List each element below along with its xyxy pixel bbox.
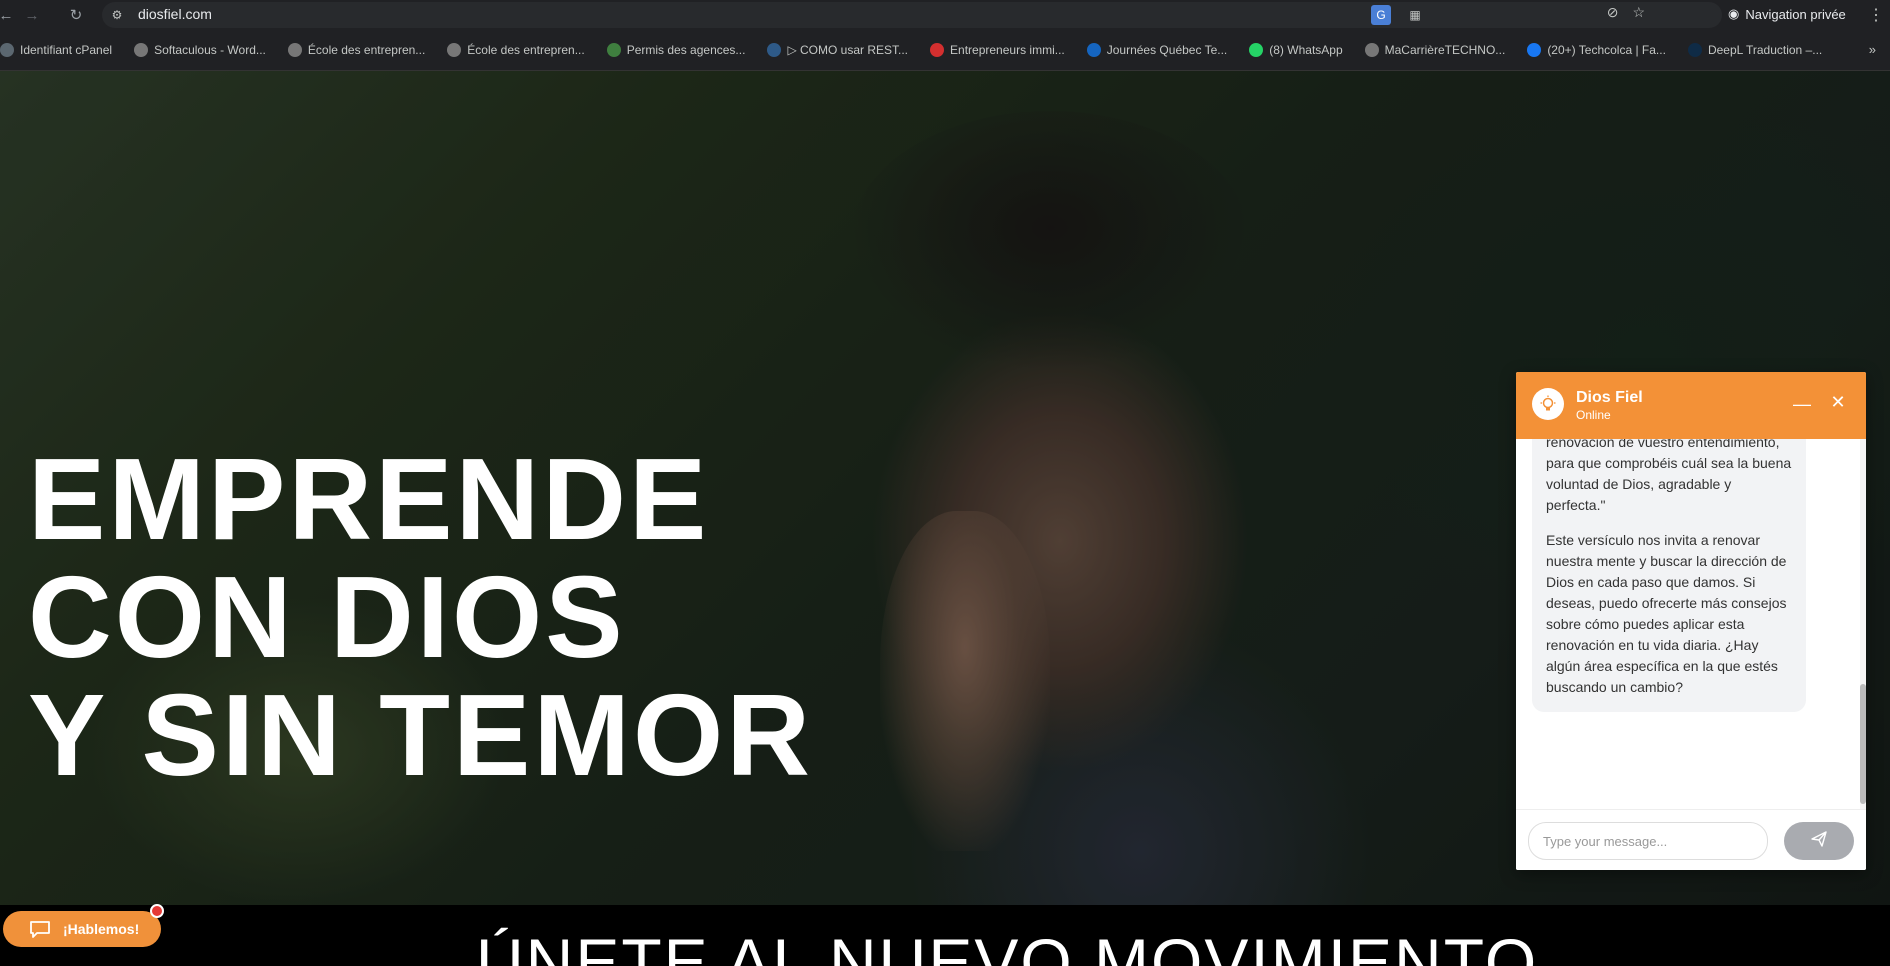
private-label: Navigation privée (1745, 6, 1846, 22)
star-icon[interactable]: ☆ (1632, 4, 1645, 21)
cpanel-icon (0, 43, 14, 57)
hero-title-line-2: CON DIOS (28, 552, 626, 682)
bookmark-item[interactable]: École des entrepren... (447, 43, 585, 57)
bookmark-item[interactable]: École des entrepren... (287, 43, 426, 57)
extensions-icon[interactable]: ▦ (1405, 5, 1425, 25)
bookmark-item[interactable]: DeepL Traduction –... (1687, 43, 1823, 57)
chat-title: Dios Fiel (1576, 389, 1643, 406)
browser-toolbar: ← → ↻ ⚙ diosfiel.com ⊘ ☆ G ▦ ◉ Navigatio… (0, 0, 1890, 30)
minimize-icon[interactable]: — (1792, 394, 1812, 415)
notification-dot (150, 904, 164, 918)
deepl-icon (1687, 43, 1702, 57)
bookmark-item[interactable]: (8) WhatsApp (1249, 43, 1343, 57)
hero-title: EMPRENDE CON DIOS Y SIN TEMOR (28, 440, 813, 794)
google-translate-icon[interactable]: G (1371, 5, 1391, 25)
bookmark-label: Entrepreneurs immi... (950, 43, 1065, 57)
chat-header: Dios Fiel Online — ✕ (1516, 372, 1866, 439)
rest-icon (767, 43, 782, 57)
chat-footer (1516, 809, 1866, 870)
bookmarks-more-icon[interactable]: » (1869, 42, 1876, 57)
menu-dots-icon[interactable]: ⋮ (1868, 5, 1884, 25)
private-mode-indicator[interactable]: ◉ Navigation privée (1718, 1, 1856, 27)
address-bar[interactable] (102, 2, 1722, 28)
hero-title-line-3: Y SIN TEMOR (28, 670, 813, 800)
whatsapp-icon (1249, 43, 1264, 57)
bookmark-item[interactable]: Identifiant cPanel (0, 43, 112, 57)
site-info-icon[interactable]: ⚙ (108, 6, 126, 24)
quebec-icon (1086, 43, 1101, 57)
close-icon[interactable]: ✕ (1828, 392, 1848, 413)
lightbulb-icon (1532, 388, 1564, 420)
hero-title-line-1: EMPRENDE (28, 434, 710, 564)
bookmark-item[interactable]: (20+) Techcolca | Fa... (1527, 43, 1666, 57)
bookmark-label: École des entrepren... (467, 43, 585, 57)
bookmark-label: (8) WhatsApp (1269, 43, 1343, 57)
chat-scrollbar-thumb[interactable] (1860, 684, 1866, 804)
bookmark-label: Journées Québec Te... (1106, 43, 1228, 57)
chat-launcher-label: ¡Hablemos! (63, 921, 140, 937)
agency-icon (606, 43, 621, 57)
bookmark-item[interactable]: Permis des agences... (606, 43, 746, 57)
bot-message-part-2: Este versículo nos invita a renovar nues… (1546, 532, 1787, 695)
chat-widget: Dios Fiel Online — ✕ transformaos por me… (1516, 372, 1866, 870)
chat-launcher-button[interactable]: ¡Hablemos! (3, 911, 161, 947)
e-icon (930, 43, 945, 57)
bookmark-label: Softaculous - Word... (154, 43, 266, 57)
bookmark-label: Identifiant cPanel (20, 43, 113, 57)
bookmark-label: École des entrepren... (307, 43, 426, 57)
globe-icon (447, 43, 462, 57)
send-button[interactable] (1784, 822, 1854, 860)
bot-message: transformaos por medio de la renovación … (1532, 439, 1806, 712)
bookmark-item[interactable]: Softaculous - Word... (134, 43, 266, 57)
bookmark-item[interactable]: ▷ COMO usar REST... (767, 43, 908, 57)
send-icon (1811, 831, 1827, 851)
bookmark-label: DeepL Traduction –... (1707, 43, 1823, 57)
facebook-icon (1527, 43, 1542, 57)
bookmark-item[interactable]: Journées Québec Te... (1086, 43, 1228, 57)
globe-icon (1364, 43, 1379, 57)
bookmark-item[interactable]: Entrepreneurs immi... (930, 43, 1065, 57)
url-text[interactable]: diosfiel.com (138, 6, 212, 22)
globe-icon (287, 43, 302, 57)
bookmark-label: ▷ COMO usar REST... (787, 43, 909, 57)
globe-icon (134, 43, 149, 57)
bot-message-part-1: transformaos por medio de la renovación … (1546, 439, 1792, 513)
forward-arrow-icon[interactable]: → (20, 3, 44, 27)
bookmark-label: Permis des agences... (626, 43, 746, 57)
eye-off-icon[interactable]: ⊘ (1607, 4, 1619, 21)
incognito-icon: ◉ (1728, 6, 1740, 21)
movement-section: ÚNETE AL NUEVO MOVIMIENTO (0, 905, 1890, 966)
chat-bubble-icon (29, 920, 51, 938)
bookmark-label: MaCarrièreTECHNO... (1384, 43, 1506, 57)
movement-heading: ÚNETE AL NUEVO MOVIMIENTO (476, 925, 1539, 966)
message-input[interactable] (1528, 822, 1768, 860)
bookmark-item[interactable]: MaCarrièreTECHNO... (1364, 43, 1506, 57)
bookmark-label: (20+) Techcolca | Fa... (1547, 43, 1666, 57)
back-arrow-icon[interactable]: ← (0, 3, 18, 27)
reload-icon[interactable]: ↻ (64, 3, 88, 27)
chat-messages[interactable]: transformaos por medio de la renovación … (1516, 439, 1866, 809)
chat-status: Online (1576, 408, 1611, 422)
bookmarks-bar: Identifiant cPanel Softaculous - Word... É… (0, 30, 1890, 71)
